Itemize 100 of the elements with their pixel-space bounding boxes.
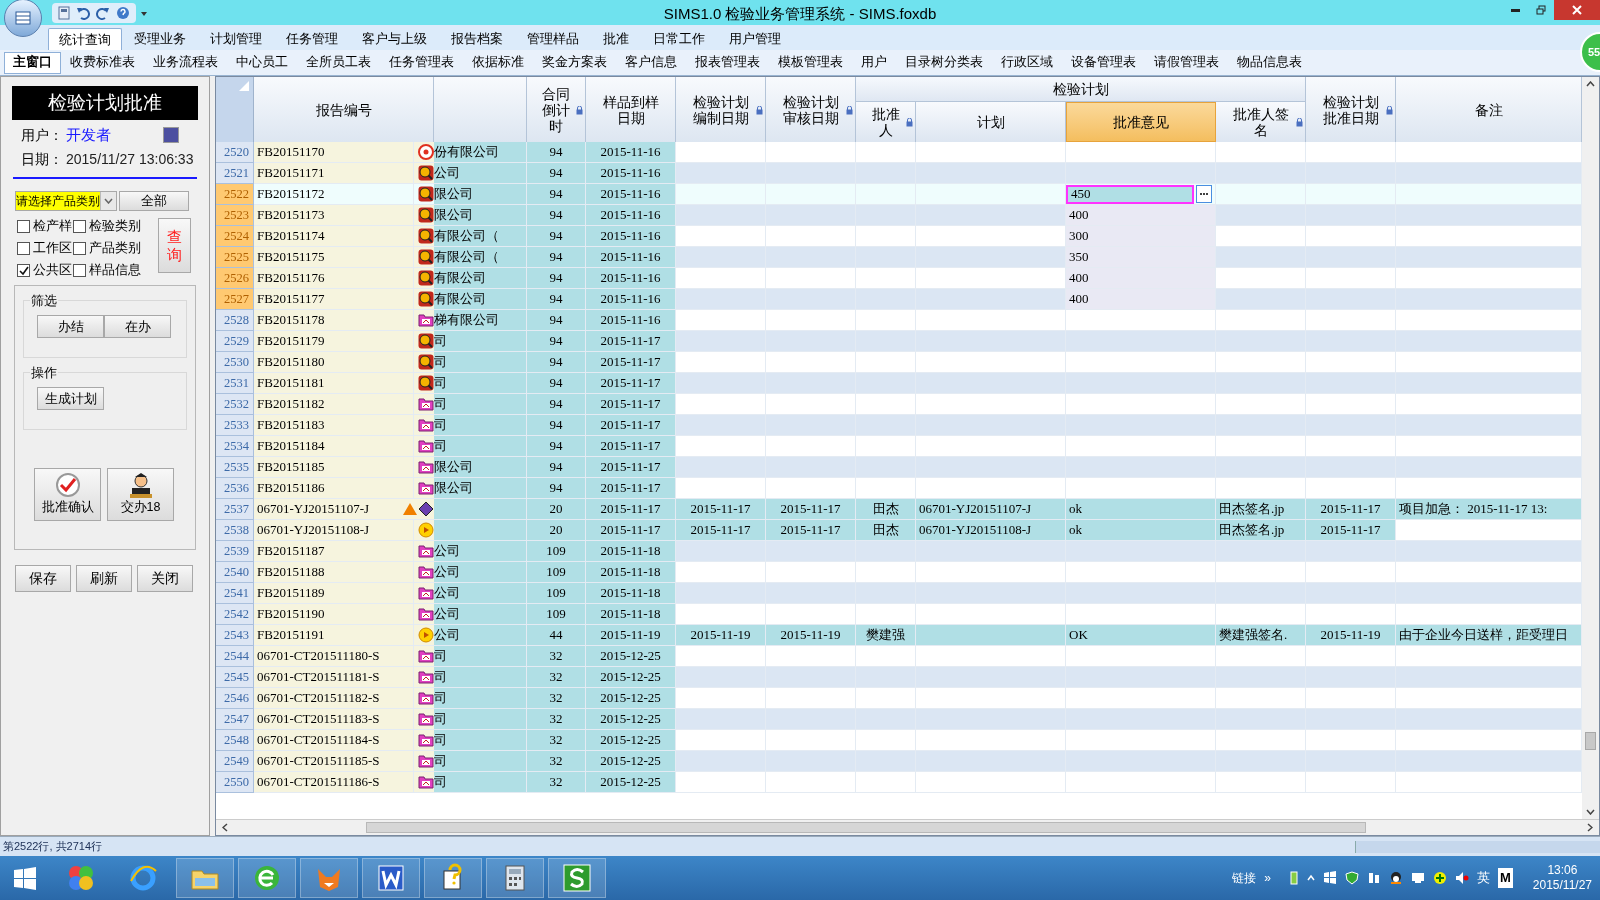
column-header[interactable]: 合同倒计时 bbox=[527, 77, 586, 142]
column-header[interactable]: 报告编号 bbox=[254, 77, 434, 142]
checkbox[interactable] bbox=[73, 264, 86, 277]
filter-button[interactable]: 办结 bbox=[37, 315, 104, 338]
shield-icon[interactable] bbox=[1345, 871, 1359, 885]
window-tab[interactable]: 收费标准表 bbox=[61, 51, 144, 74]
column-header[interactable]: 计划 bbox=[916, 102, 1066, 142]
row-number[interactable]: 2549 bbox=[216, 751, 254, 772]
calculator-icon[interactable] bbox=[58, 5, 70, 20]
column-header[interactable]: 检验计划批准日期 bbox=[1306, 77, 1396, 142]
row-number[interactable]: 2521 bbox=[216, 163, 254, 184]
window-tab[interactable]: 物品信息表 bbox=[1228, 51, 1311, 74]
window-tab[interactable]: 模板管理表 bbox=[769, 51, 852, 74]
taskbar-app-button[interactable] bbox=[362, 858, 420, 898]
input-language[interactable]: 英 bbox=[1477, 868, 1490, 888]
redo-icon[interactable] bbox=[96, 5, 110, 20]
window-tab[interactable]: 全所员工表 bbox=[297, 51, 380, 74]
row-number[interactable]: 2533 bbox=[216, 415, 254, 436]
links-toolbar-label[interactable]: 链接 bbox=[1232, 869, 1257, 887]
menu-tab[interactable]: 用户管理 bbox=[717, 28, 793, 50]
links-more-button[interactable]: » bbox=[1264, 869, 1271, 887]
row-number[interactable]: 2540 bbox=[216, 562, 254, 583]
window-tab[interactable]: 业务流程表 bbox=[144, 51, 227, 74]
checkbox[interactable] bbox=[17, 220, 30, 233]
panel-button[interactable]: 保存 bbox=[15, 565, 71, 592]
scroll-up-icon[interactable] bbox=[1586, 81, 1595, 87]
column-header[interactable]: 检验计划编制日期 bbox=[676, 77, 766, 142]
window-tab[interactable]: 主窗口 bbox=[4, 51, 61, 74]
close-button[interactable] bbox=[1554, 0, 1600, 20]
vertical-scrollbar[interactable] bbox=[1582, 77, 1599, 819]
checkbox[interactable] bbox=[73, 220, 86, 233]
taskbar-app-button[interactable] bbox=[486, 858, 544, 898]
row-number[interactable]: 2547 bbox=[216, 709, 254, 730]
row-number[interactable]: 2520 bbox=[216, 142, 254, 163]
taskbar-app-button[interactable] bbox=[176, 858, 234, 898]
column-header[interactable]: 样品到样日期 bbox=[586, 77, 676, 142]
help-icon[interactable] bbox=[116, 5, 130, 20]
taskbar-app-button[interactable] bbox=[424, 858, 482, 898]
menu-tab[interactable]: 统计查询 bbox=[48, 28, 122, 50]
menu-tab[interactable]: 报告档案 bbox=[439, 28, 515, 50]
ellipsis-button[interactable] bbox=[1196, 185, 1212, 203]
taskbar-app-button[interactable] bbox=[548, 858, 606, 898]
row-number[interactable]: 2539 bbox=[216, 541, 254, 562]
window-tab[interactable]: 设备管理表 bbox=[1062, 51, 1145, 74]
window-tab[interactable]: 行政区域 bbox=[992, 51, 1062, 74]
column-header[interactable]: 检验计划审核日期 bbox=[766, 77, 856, 142]
input-mode[interactable]: M bbox=[1498, 868, 1513, 888]
assign-button[interactable]: 交办18 bbox=[107, 468, 174, 521]
chevron-up-icon[interactable] bbox=[1307, 874, 1315, 882]
row-number[interactable]: 2536 bbox=[216, 478, 254, 499]
row-number[interactable]: 2529 bbox=[216, 331, 254, 352]
panel-button[interactable]: 刷新 bbox=[76, 565, 132, 592]
window-tab[interactable]: 奖金方案表 bbox=[533, 51, 616, 74]
row-number[interactable]: 2538 bbox=[216, 520, 254, 541]
panel-button[interactable]: 关闭 bbox=[137, 565, 193, 592]
row-number[interactable]: 2541 bbox=[216, 583, 254, 604]
row-number[interactable]: 2545 bbox=[216, 667, 254, 688]
checkbox[interactable] bbox=[17, 264, 30, 277]
checkbox[interactable] bbox=[73, 242, 86, 255]
scrollbar-thumb[interactable] bbox=[1585, 732, 1596, 750]
scroll-down-icon[interactable] bbox=[1586, 809, 1595, 815]
scroll-left-icon[interactable] bbox=[222, 823, 228, 832]
all-button[interactable]: 全部 bbox=[119, 191, 189, 211]
row-number[interactable]: 2543 bbox=[216, 625, 254, 646]
window-tab[interactable]: 任务管理表 bbox=[380, 51, 463, 74]
row-number[interactable]: 2537 bbox=[216, 499, 254, 520]
plus-circle-icon[interactable] bbox=[1433, 871, 1447, 885]
window-tab[interactable]: 客户信息 bbox=[616, 51, 686, 74]
row-number[interactable]: 2542 bbox=[216, 604, 254, 625]
speaker-muted-icon[interactable] bbox=[1455, 871, 1469, 885]
row-number[interactable]: 2528 bbox=[216, 310, 254, 331]
app-menu-button[interactable] bbox=[4, 0, 42, 37]
menu-tab[interactable]: 任务管理 bbox=[274, 28, 350, 50]
clock[interactable]: 13:06 2015/11/27 bbox=[1532, 863, 1592, 893]
row-number[interactable]: 2550 bbox=[216, 772, 254, 793]
row-number[interactable]: 2535 bbox=[216, 457, 254, 478]
scrollbar-thumb[interactable] bbox=[366, 822, 1366, 833]
approve-button[interactable]: 批准确认 bbox=[34, 468, 101, 521]
row-number[interactable]: 2548 bbox=[216, 730, 254, 751]
penguin-icon[interactable] bbox=[1389, 871, 1403, 885]
row-number[interactable]: 2530 bbox=[216, 352, 254, 373]
window-tab[interactable]: 请假管理表 bbox=[1145, 51, 1228, 74]
taskbar-app-button[interactable] bbox=[238, 858, 296, 898]
window-tab[interactable]: 报表管理表 bbox=[686, 51, 769, 74]
column-header[interactable]: 批准人 bbox=[856, 102, 916, 142]
scroll-right-icon[interactable] bbox=[1587, 823, 1593, 832]
menu-tab[interactable]: 管理样品 bbox=[515, 28, 591, 50]
category-dropdown[interactable]: 请选择产品类别 bbox=[15, 191, 117, 211]
operation-button[interactable]: 生成计划 bbox=[37, 387, 104, 410]
menu-tab[interactable]: 日常工作 bbox=[641, 28, 717, 50]
window-tab[interactable]: 目录树分类表 bbox=[896, 51, 992, 74]
column-header[interactable]: 备注 bbox=[1396, 77, 1582, 142]
network-icon[interactable] bbox=[1367, 871, 1381, 885]
battery-icon[interactable] bbox=[1289, 871, 1299, 885]
row-number[interactable]: 2544 bbox=[216, 646, 254, 667]
monitor-icon[interactable] bbox=[1411, 871, 1425, 885]
column-header[interactable]: 批准意见 bbox=[1066, 102, 1216, 142]
menu-tab[interactable]: 客户与上级 bbox=[350, 28, 439, 50]
row-number[interactable]: 2532 bbox=[216, 394, 254, 415]
window-tab[interactable]: 中心员工 bbox=[227, 51, 297, 74]
